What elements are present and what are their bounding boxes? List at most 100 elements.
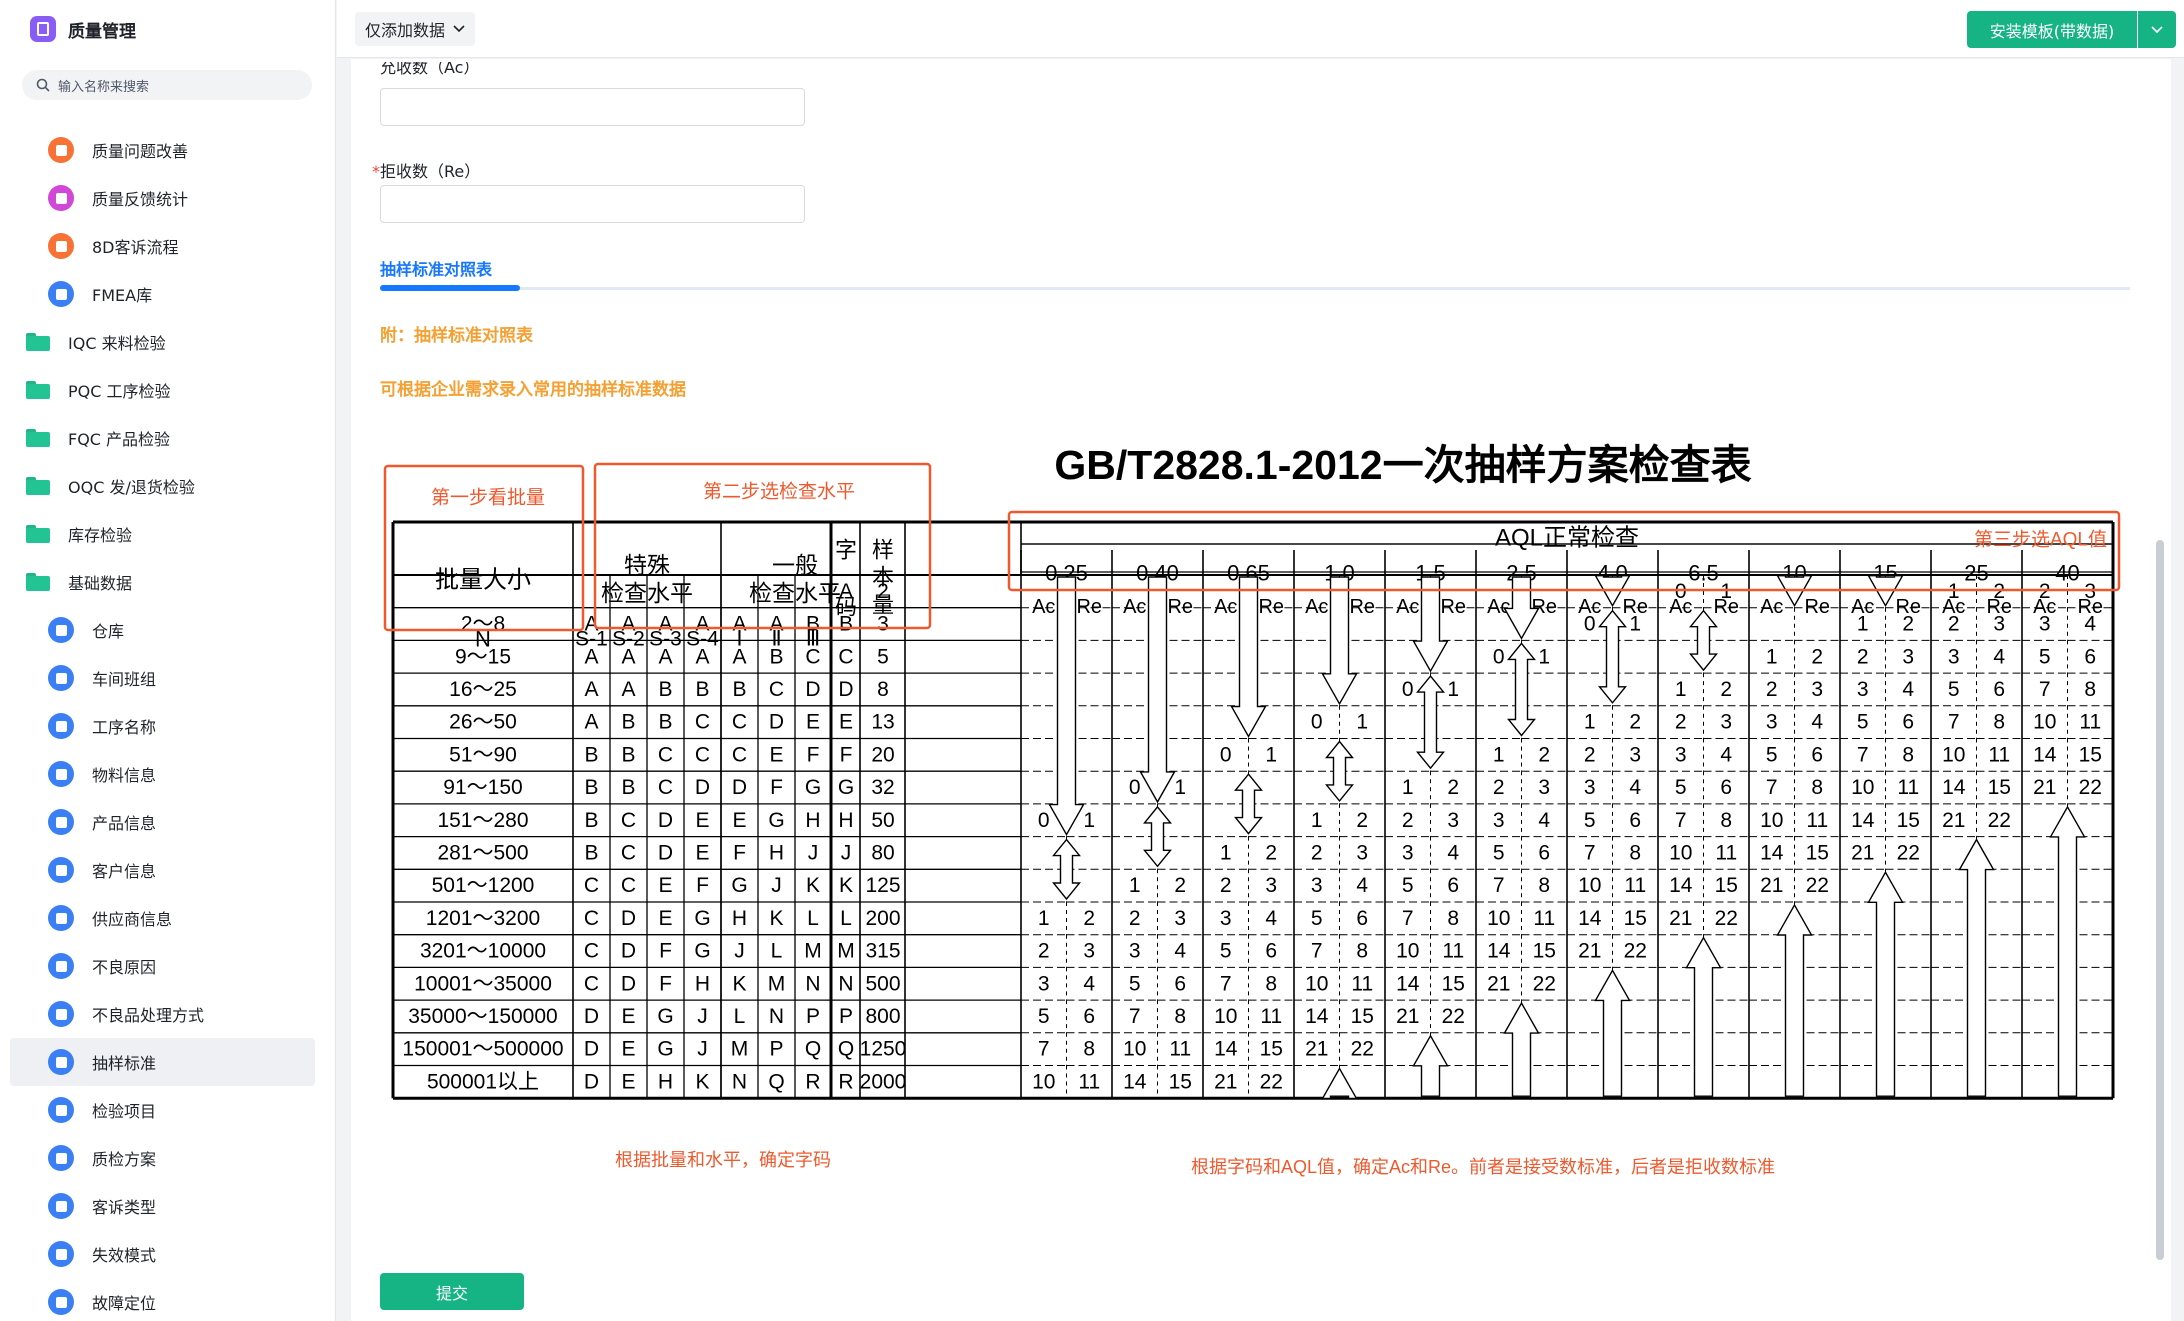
ac-re-value: 6 [1720, 776, 1732, 799]
sample-size-cell: 50 [871, 809, 894, 832]
level-cell: A [732, 613, 746, 636]
search-input[interactable]: 输入名称来搜索 [22, 70, 312, 100]
ac-re-value: 1 [1402, 776, 1414, 799]
ac-re-value: 11 [1260, 1005, 1282, 1028]
ac-re-value: 8 [1356, 940, 1368, 963]
sidebar-item-19[interactable]: 抽样标准 [10, 1038, 315, 1086]
ac-re-value: 10 [1851, 776, 1874, 799]
sidebar-item-1[interactable]: 质量反馈统计 [0, 174, 336, 222]
ac-label: Ac [1760, 596, 1783, 618]
sidebar-item-23[interactable]: 失效模式 [0, 1230, 336, 1278]
module-icon [48, 1049, 74, 1075]
sidebar-item-9[interactable]: 基础数据 [0, 558, 336, 606]
level-cell: F [659, 940, 672, 963]
sidebar-item-7[interactable]: OQC 发/退货检验 [0, 462, 336, 510]
arrow-up-icon [1685, 936, 1722, 1097]
lot-size-cell: 51～90 [449, 743, 517, 766]
ac-re-value: 4 [1720, 743, 1732, 766]
sidebar-item-2[interactable]: 8D客诉流程 [0, 222, 336, 270]
ac-re-value: 2 [1402, 809, 1414, 832]
sidebar-item-24[interactable]: 故障定位 [0, 1278, 336, 1321]
install-template-button[interactable]: 安装模板(带数据) [1967, 11, 2137, 48]
lot-size-cell: 2～8 [461, 613, 505, 636]
level-cell: B [658, 711, 672, 734]
sidebar-item-6[interactable]: FQC 产品检验 [0, 414, 336, 462]
re-label: Re [1440, 596, 1466, 618]
sidebar-item-label: 基础数据 [68, 574, 133, 593]
ac-re-value: 15 [1442, 972, 1465, 995]
accept-number-input[interactable] [380, 88, 805, 126]
level-cell: B [584, 776, 598, 799]
sidebar-item-20[interactable]: 检验项目 [0, 1086, 336, 1134]
sidebar-item-3[interactable]: FMEA库 [0, 270, 336, 318]
sidebar-item-5[interactable]: PQC 工序检验 [0, 366, 336, 414]
module-icon [48, 1193, 74, 1219]
header-general-2: 检查水平 [749, 580, 841, 606]
sidebar-item-label: 库存检验 [68, 526, 133, 545]
code-letter-cell: F [840, 743, 853, 766]
sidebar-item-21[interactable]: 质检方案 [0, 1134, 336, 1182]
ac-re-value: 2 [1811, 645, 1823, 668]
module-icon [48, 233, 74, 259]
arrow-down-icon [1503, 576, 1540, 640]
ac-re-value: 3 [1447, 809, 1459, 832]
ac-re-value: 11 [1169, 1038, 1191, 1061]
ac-re-value: 1 [1083, 809, 1095, 832]
ac-re-value: 4 [1356, 874, 1368, 897]
ac-re-value: 0 [1038, 809, 1050, 832]
install-options-button[interactable] [2138, 11, 2176, 48]
ac-re-value: 21 [1305, 1038, 1328, 1061]
ac-re-value: 10 [1487, 907, 1510, 930]
header-special-1: 特殊 [624, 552, 670, 578]
ac-re-value: 6 [1447, 874, 1459, 897]
ac-re-value: 3 [1356, 841, 1368, 864]
level-cell: B [695, 678, 709, 701]
level-cell: L [771, 940, 783, 963]
install-template-label: 安装模板(带数据) [1989, 21, 2115, 41]
level-cell: L [734, 1005, 746, 1028]
sidebar-item-15[interactable]: 客户信息 [0, 846, 336, 894]
ac-re-value: 2 [1083, 907, 1095, 930]
level-cell: C [584, 972, 599, 995]
ac-re-value: 21 [1214, 1070, 1237, 1093]
sidebar-item-0[interactable]: 质量问题改善 [0, 126, 336, 174]
module-icon [48, 1289, 74, 1315]
level-cell: C [621, 809, 636, 832]
sidebar-item-16[interactable]: 供应商信息 [0, 894, 336, 942]
sidebar-item-22[interactable]: 客诉类型 [0, 1182, 336, 1230]
ac-label: Ac [1305, 596, 1328, 618]
scrollbar[interactable] [2156, 540, 2164, 1260]
tab-sampling-table[interactable]: 抽样标准对照表 [380, 256, 492, 280]
sidebar-item-17[interactable]: 不良原因 [0, 942, 336, 990]
view-mode-dropdown[interactable]: 仅添加数据 [355, 12, 476, 46]
header-special-2: 检查水平 [601, 580, 693, 606]
ac-re-value: 3 [1174, 907, 1186, 930]
ac-re-value: 15 [1988, 776, 2011, 799]
ac-re-value: 15 [1260, 1038, 1283, 1061]
app-logo-icon [30, 16, 56, 42]
sampling-table-svg: 批量大小特殊检查水平一般检查水平字码样本量AQL正常检查N S-1 S-2 S-3 S-… [383, 462, 2121, 1177]
level-cell: B [769, 645, 783, 668]
level-cell: A [769, 613, 783, 636]
sidebar-item-label: 车间班组 [92, 670, 157, 689]
level-cell: A [732, 645, 746, 668]
ac-re-value: 2 [1720, 678, 1732, 701]
ac-label: Ac [1214, 596, 1237, 618]
sidebar-item-13[interactable]: 物料信息 [0, 750, 336, 798]
ac-re-value: 1 [1538, 645, 1550, 668]
sidebar-item-18[interactable]: 不良品处理方式 [0, 990, 336, 1038]
sidebar-item-4[interactable]: IQC 来料检验 [0, 318, 336, 366]
ac-re-value: 4 [1265, 907, 1277, 930]
sidebar-item-12[interactable]: 工序名称 [0, 702, 336, 750]
sidebar-item-11[interactable]: 车间班组 [0, 654, 336, 702]
level-cell: Q [805, 1038, 821, 1061]
sidebar-item-label: 抽样标准 [92, 1054, 157, 1073]
reject-number-input[interactable] [380, 185, 805, 223]
sidebar-item-8[interactable]: 库存检验 [0, 510, 336, 558]
aql-value: 40 [2055, 561, 2079, 586]
sidebar-item-10[interactable]: 仓库 [0, 606, 336, 654]
level-cell: E [732, 809, 746, 832]
sidebar-item-14[interactable]: 产品信息 [0, 798, 336, 846]
header-lot-size: 批量大小 [435, 567, 531, 594]
submit-button[interactable]: 提交 [380, 1273, 524, 1310]
